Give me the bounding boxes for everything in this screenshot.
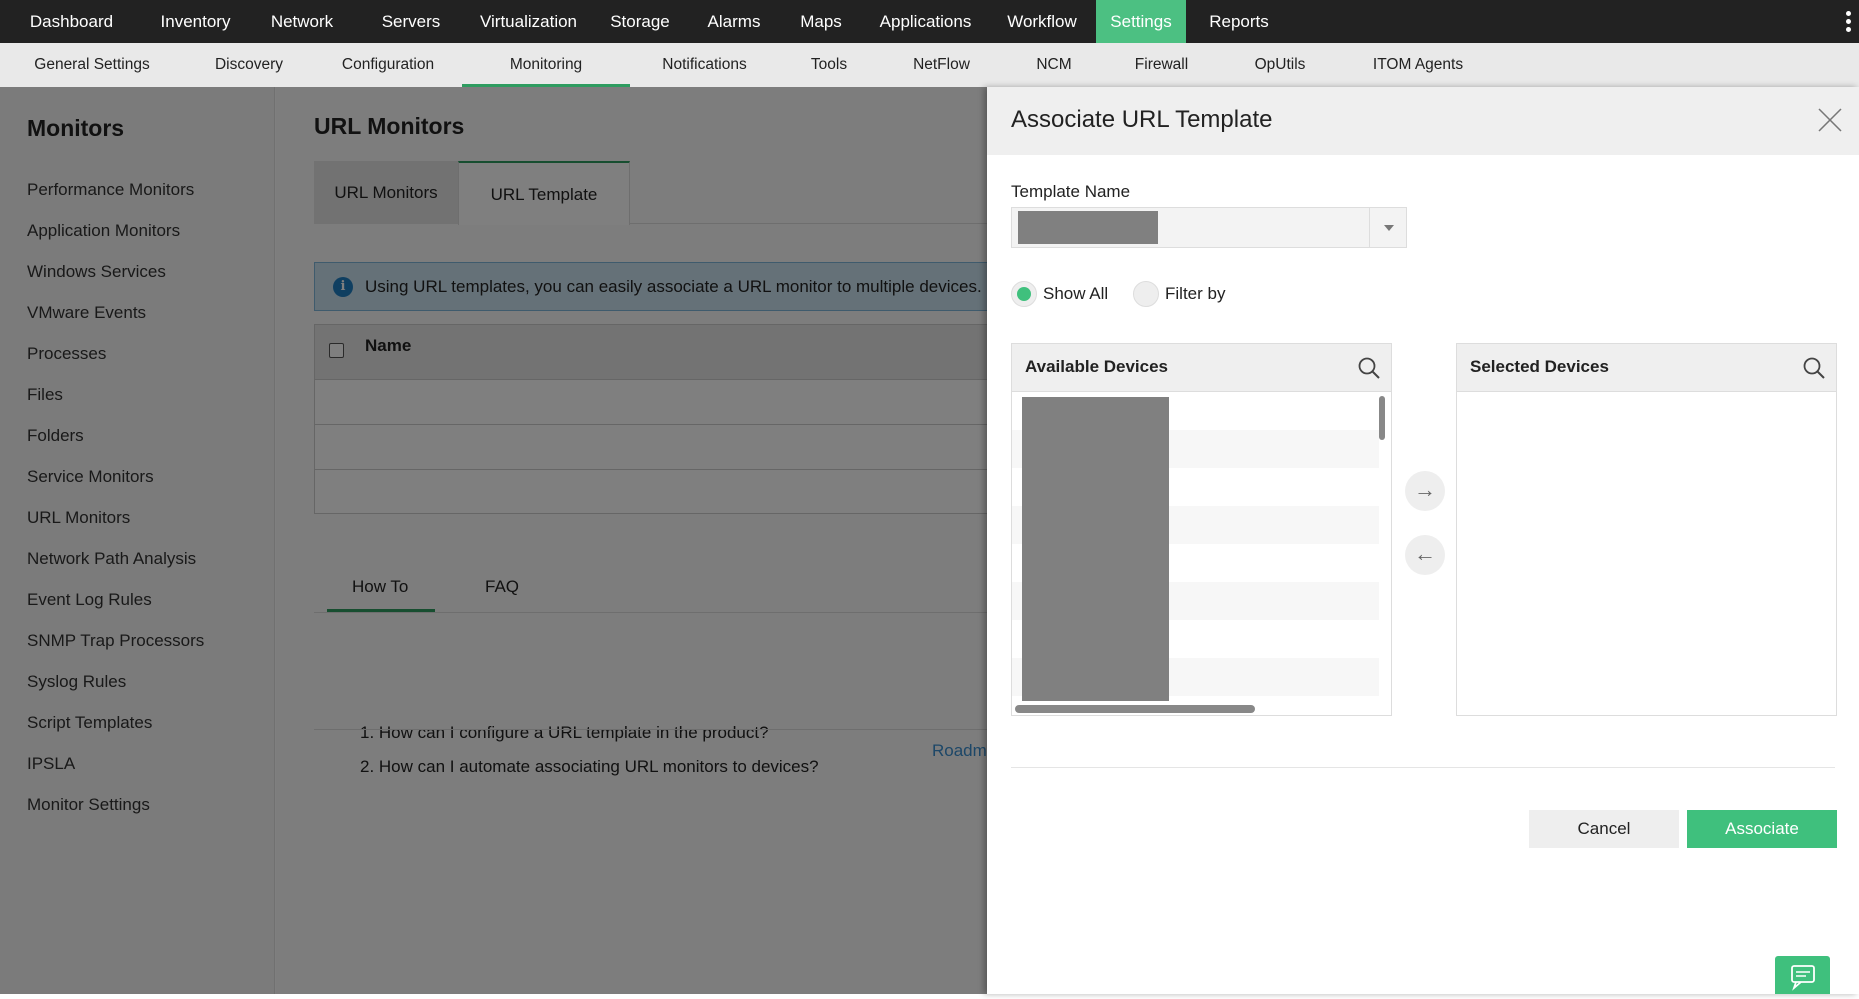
subnav-discovery[interactable]: Discovery bbox=[184, 43, 314, 87]
move-right-button[interactable]: → bbox=[1405, 471, 1445, 511]
nav-inventory[interactable]: Inventory bbox=[143, 0, 248, 43]
subnav-general-settings[interactable]: General Settings bbox=[0, 43, 184, 87]
vertical-scrollbar[interactable] bbox=[1379, 396, 1385, 440]
move-left-button[interactable]: ← bbox=[1405, 535, 1445, 575]
associate-button[interactable]: Associate bbox=[1687, 810, 1837, 848]
more-options-icon[interactable] bbox=[1846, 11, 1851, 35]
redacted-device-names bbox=[1022, 397, 1169, 701]
subnav-monitoring[interactable]: Monitoring bbox=[462, 43, 630, 87]
radio-unselected-icon bbox=[1133, 281, 1159, 307]
radio-filter-by[interactable]: Filter by bbox=[1133, 281, 1225, 307]
subnav-netflow[interactable]: NetFlow bbox=[879, 43, 1004, 87]
nav-reports[interactable]: Reports bbox=[1186, 0, 1292, 43]
dialog-title: Associate URL Template bbox=[1011, 106, 1273, 133]
template-name-select[interactable] bbox=[1011, 207, 1407, 248]
subnav-notifications[interactable]: Notifications bbox=[630, 43, 779, 87]
close-icon[interactable] bbox=[1817, 107, 1843, 133]
horizontal-scrollbar[interactable] bbox=[1015, 705, 1255, 713]
associate-url-template-dialog: Associate URL Template Template Name Sho… bbox=[987, 87, 1859, 994]
nav-servers[interactable]: Servers bbox=[356, 0, 466, 43]
subnav-itom-agents[interactable]: ITOM Agents bbox=[1341, 43, 1495, 87]
nav-settings[interactable]: Settings bbox=[1096, 0, 1186, 43]
nav-alarms[interactable]: Alarms bbox=[689, 0, 779, 43]
search-icon[interactable] bbox=[1357, 356, 1381, 380]
nav-applications[interactable]: Applications bbox=[863, 0, 988, 43]
subnav-ncm[interactable]: NCM bbox=[1004, 43, 1104, 87]
nav-workflow[interactable]: Workflow bbox=[988, 0, 1096, 43]
radio-label: Show All bbox=[1043, 284, 1109, 303]
sub-nav: General Settings Discovery Configuration Mo… bbox=[0, 43, 1859, 87]
nav-dashboard[interactable]: Dashboard bbox=[0, 0, 143, 43]
chat-button[interactable] bbox=[1775, 956, 1830, 994]
selected-devices-title: Selected Devices bbox=[1470, 357, 1609, 376]
radio-show-all[interactable]: Show All bbox=[1011, 281, 1108, 307]
redacted-value bbox=[1018, 211, 1158, 244]
cancel-button[interactable]: Cancel bbox=[1529, 810, 1679, 848]
available-devices-list: Available Devices bbox=[1011, 343, 1392, 716]
subnav-configuration[interactable]: Configuration bbox=[314, 43, 462, 87]
nav-network[interactable]: Network bbox=[248, 0, 356, 43]
subnav-oputils[interactable]: OpUtils bbox=[1219, 43, 1341, 87]
chat-icon bbox=[1791, 965, 1815, 991]
search-icon[interactable] bbox=[1802, 356, 1826, 380]
radio-label: Filter by bbox=[1165, 284, 1226, 303]
subnav-firewall[interactable]: Firewall bbox=[1104, 43, 1219, 87]
nav-storage[interactable]: Storage bbox=[591, 0, 689, 43]
nav-maps[interactable]: Maps bbox=[779, 0, 863, 43]
available-devices-title: Available Devices bbox=[1025, 357, 1169, 376]
divider bbox=[1011, 767, 1835, 768]
template-name-label: Template Name bbox=[1011, 182, 1131, 201]
chevron-down-icon[interactable] bbox=[1369, 208, 1406, 247]
selected-devices-list: Selected Devices bbox=[1456, 343, 1837, 716]
subnav-tools[interactable]: Tools bbox=[779, 43, 879, 87]
top-nav: Dashboard Inventory Network Servers Virtuali… bbox=[0, 0, 1859, 43]
radio-selected-icon bbox=[1011, 281, 1037, 307]
nav-virtualization[interactable]: Virtualization bbox=[466, 0, 591, 43]
